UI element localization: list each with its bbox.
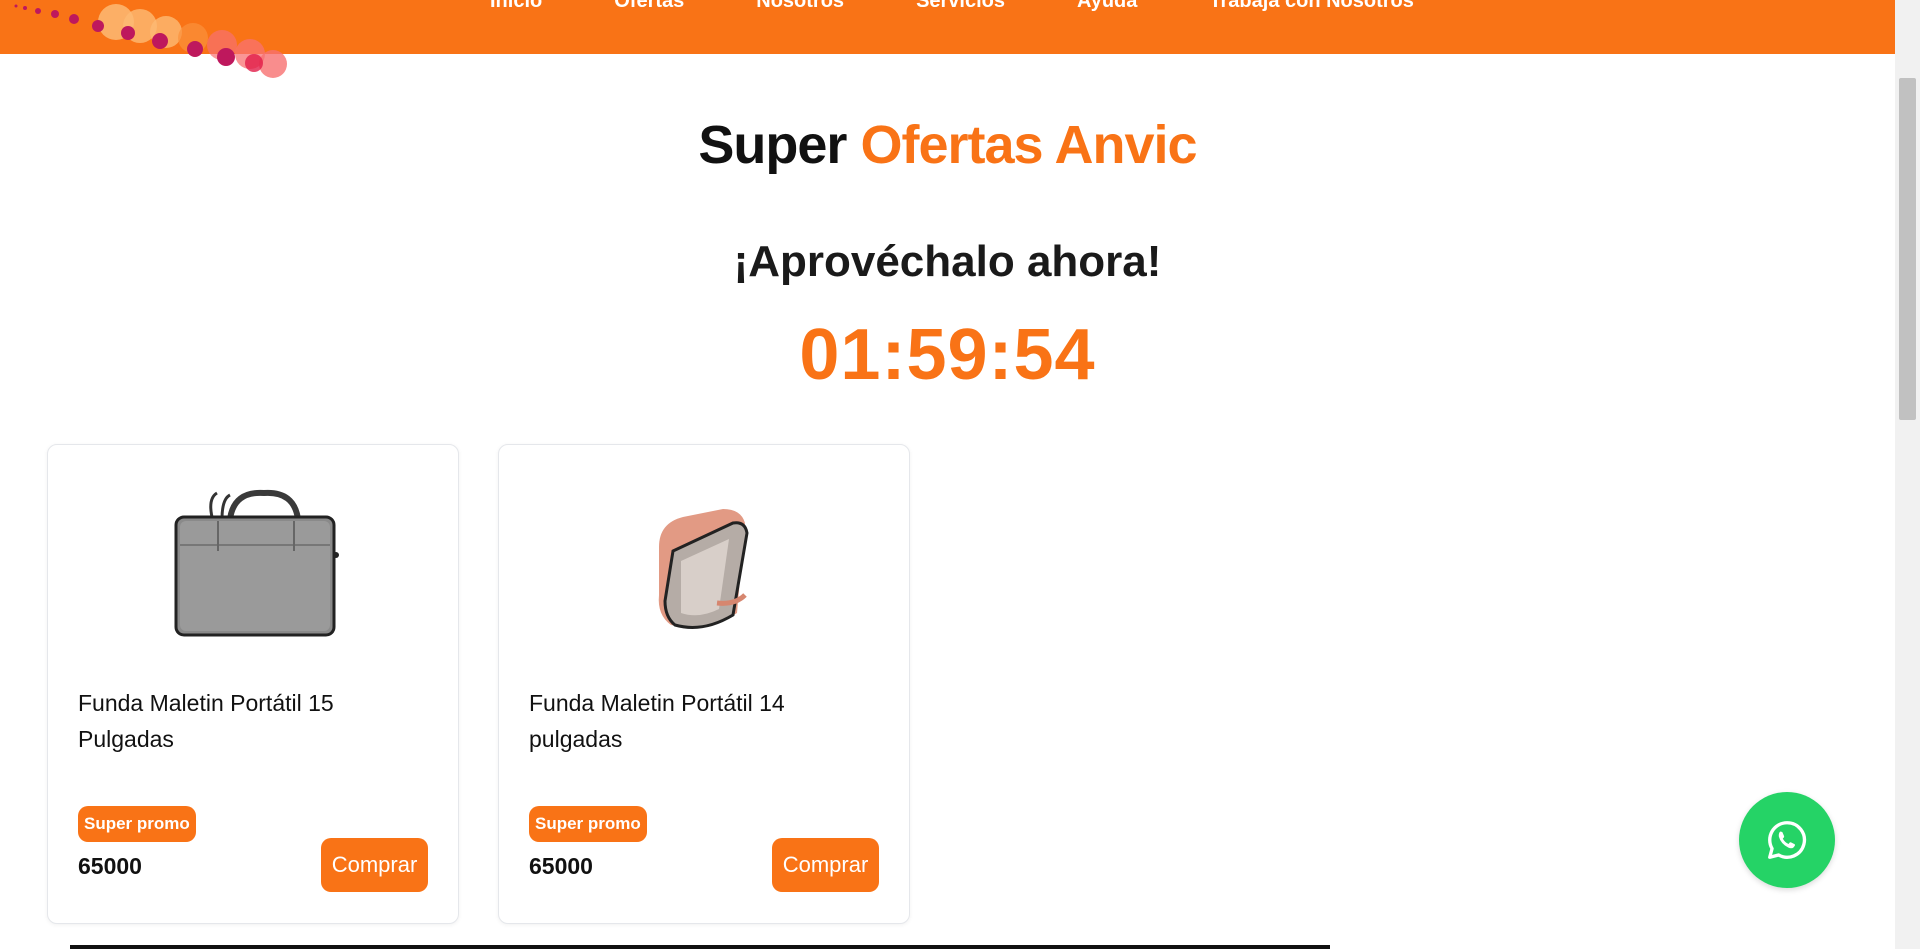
whatsapp-button[interactable]	[1739, 792, 1835, 888]
promo-badge: Super promo	[529, 806, 647, 842]
product-price: 65000	[78, 853, 142, 879]
title-part-1: Super	[698, 115, 847, 175]
product-title[interactable]: Funda Maletin Portátil 14 pulgadas	[529, 685, 829, 757]
title-part-2: Ofertas Anvic	[860, 115, 1197, 175]
whatsapp-icon	[1768, 821, 1807, 859]
nav-item-trabaja[interactable]: Trabaja con Nosotros	[1209, 0, 1414, 14]
countdown-timer: 01:59:54	[799, 315, 1096, 395]
page-title: Super Ofertas Anvic	[0, 114, 1895, 176]
nav-item-ofertas[interactable]: Ofertas	[614, 0, 684, 14]
promo-badge: Super promo	[78, 806, 196, 842]
product-card: Funda Maletin Portátil 14 pulgadas Super…	[498, 444, 910, 924]
nav-item-ayuda[interactable]: Ayuda	[1077, 0, 1137, 14]
product-image-pink-laptop-sleeve[interactable]	[499, 481, 911, 661]
main-nav: Inicio Ofertas Nosotros Servicios Ayuda …	[490, 0, 1486, 14]
product-title[interactable]: Funda Maletin Portátil 15 Pulgadas	[78, 685, 378, 757]
buy-button[interactable]: Comprar	[321, 838, 428, 892]
product-card: Funda Maletin Portátil 15 Pulgadas Super…	[47, 444, 459, 924]
buy-button[interactable]: Comprar	[772, 838, 879, 892]
page-scrollbar[interactable]	[1895, 0, 1920, 949]
logo-dots[interactable]	[0, 0, 300, 80]
product-price: 65000	[529, 853, 593, 879]
nav-item-nosotros[interactable]: Nosotros	[756, 0, 844, 14]
promo-subtitle: ¡Aprovéchalo ahora!	[733, 237, 1162, 286]
bottom-divider	[70, 945, 1330, 949]
nav-item-inicio[interactable]: Inicio	[490, 0, 542, 14]
product-image-grey-laptop-bag[interactable]	[48, 481, 460, 661]
scrollbar-thumb[interactable]	[1899, 78, 1916, 420]
nav-item-servicios[interactable]: Servicios	[916, 0, 1005, 14]
